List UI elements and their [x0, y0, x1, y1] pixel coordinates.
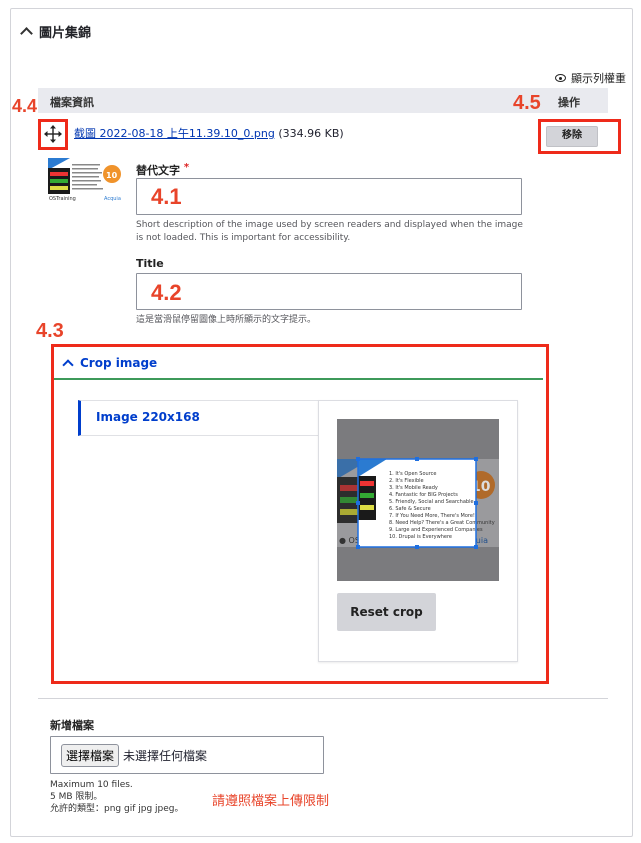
required-mark: *	[183, 162, 190, 173]
file-info: 截圖 2022-08-18 上午11.39.10_0.png (334.96 K…	[74, 125, 344, 141]
svg-text:10. Drupal is Everywhere: 10. Drupal is Everywhere	[389, 534, 452, 540]
file-name-link[interactable]: 截圖 2022-08-18 上午11.39.10_0.png	[74, 127, 275, 140]
annotation-4-3: 4.3	[36, 320, 64, 342]
chevron-up-icon	[20, 27, 33, 40]
remove-button[interactable]: 移除	[546, 126, 598, 147]
section-toggle[interactable]: 圖片集錦	[20, 22, 92, 41]
limit-size: 5 MB 限制。	[50, 792, 103, 802]
choose-file-button[interactable]: 選擇檔案	[61, 743, 120, 767]
section-title: 圖片集錦	[39, 26, 92, 41]
svg-text:4. Fantastic for BIG Projects: 4. Fantastic for BIG Projects	[389, 492, 458, 498]
svg-text:10: 10	[106, 171, 118, 180]
file-size: (334.96 KB)	[278, 127, 344, 140]
svg-text:9. Large and Experienced Compa: 9. Large and Experienced Companies	[389, 527, 483, 533]
limit-types: 允許的類型：png gif jpg jpeg。	[50, 804, 184, 814]
alt-text-label: 替代文字 *	[136, 162, 190, 177]
annotation-4-5: 4.5	[513, 92, 541, 114]
column-operations: 操作	[558, 96, 580, 109]
svg-text:Acquia: Acquia	[104, 196, 121, 202]
show-row-weights-label: 顯示列權重	[571, 72, 626, 85]
svg-text:OSTraining: OSTraining	[49, 196, 76, 202]
title-label: Title	[136, 257, 164, 270]
crop-preview-area[interactable]: 10 ● OSTraining Acquia 1. It's Open Sour…	[337, 419, 499, 581]
annotation-4-1: 4.1	[151, 184, 182, 209]
show-row-weights-button[interactable]: 顯示列權重	[555, 70, 626, 86]
limit-count: Maximum 10 files.	[50, 780, 133, 790]
reset-crop-button[interactable]: Reset crop	[337, 593, 436, 631]
title-help: 這是當滑鼠停留圖像上時所顯示的文字提示。	[136, 315, 317, 325]
svg-text:3. It's Mobile Ready: 3. It's Mobile Ready	[389, 485, 438, 491]
annotation-4-2: 4.2	[151, 280, 182, 305]
file-upload-field[interactable]: 選擇檔案 未選擇任何檔案	[50, 736, 324, 774]
crop-tab-image-220x168[interactable]: Image 220x168	[78, 400, 318, 436]
alt-text-input[interactable]	[136, 178, 522, 215]
add-file-label: 新增檔案	[50, 719, 94, 732]
image-thumbnail: 10 OSTraining Acquia	[48, 158, 123, 204]
chevron-up-icon	[62, 358, 74, 371]
divider	[38, 698, 608, 699]
svg-text:6. Safe & Secure: 6. Safe & Secure	[389, 506, 431, 512]
alt-text-help: Short description of the image used by s…	[136, 220, 523, 243]
svg-text:5. Friendly, Social and Search: 5. Friendly, Social and Searchable	[389, 499, 474, 505]
upload-note: 請遵照檔案上傳限制	[212, 794, 330, 809]
svg-text:7. If You Need More, There's M: 7. If You Need More, There's More!	[389, 513, 475, 519]
crop-image-toggle[interactable]: Crop image	[54, 348, 543, 380]
eye-icon	[555, 74, 566, 82]
title-input[interactable]	[136, 273, 522, 310]
annotation-4-4: 4.4	[12, 96, 38, 116]
no-file-selected-text: 未選擇任何檔案	[123, 748, 208, 763]
drag-handle-icon[interactable]	[44, 125, 62, 143]
crop-image-title: Crop image	[80, 356, 158, 370]
svg-text:1. It's Open Source: 1. It's Open Source	[389, 471, 436, 477]
svg-text:2. It's Flexible: 2. It's Flexible	[389, 478, 424, 484]
svg-text:8. Need Help? There's a Great: 8. Need Help? There's a Great Community	[389, 520, 495, 526]
upload-limits: Maximum 10 files. 5 MB 限制。 允許的類型：png gif…	[50, 779, 183, 815]
column-file-info: 檔案資訊	[50, 96, 94, 109]
